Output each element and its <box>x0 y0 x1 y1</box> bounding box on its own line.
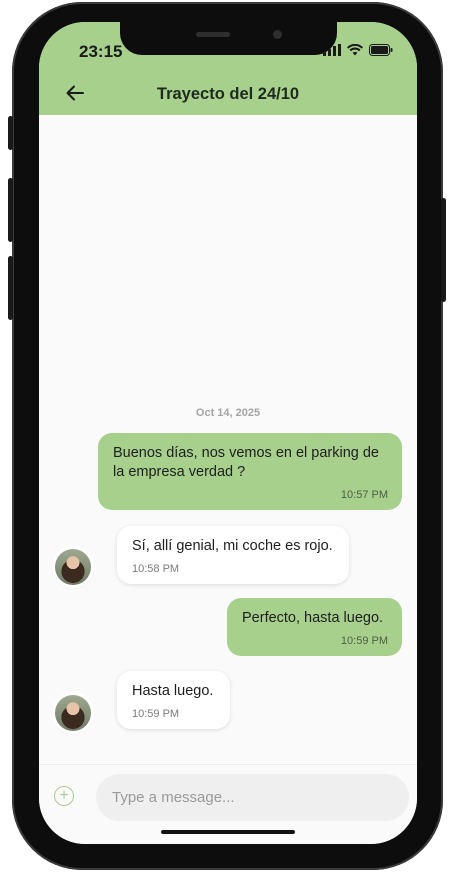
battery-icon <box>369 44 393 56</box>
chat-header: 23:15 Trayecto del 24/10 <box>39 22 417 115</box>
home-indicator[interactable] <box>161 830 295 834</box>
avatar <box>55 549 91 585</box>
mute-switch <box>8 116 13 150</box>
status-time: 23:15 <box>79 42 123 61</box>
add-attachment-button[interactable]: + <box>54 786 74 806</box>
phone-screen: 23:15 Trayecto del 24/10 Oct 14, 2025 Bu… <box>39 22 417 844</box>
message-text: Buenos días, nos vemos en el parking de … <box>113 445 379 480</box>
message-outgoing: Buenos días, nos vemos en el parking de … <box>98 433 402 510</box>
message-input[interactable] <box>96 774 409 821</box>
chat-title: Trayecto del 24/10 <box>156 85 300 103</box>
plus-circle-icon: + <box>59 787 69 804</box>
power-button <box>441 198 446 302</box>
message-text: Sí, allí genial, mi coche es rojo. <box>132 538 333 554</box>
date-separator: Oct 14, 2025 <box>195 407 261 419</box>
message-incoming: Hasta luego. 10:59 PM <box>117 671 230 729</box>
notch <box>120 22 337 55</box>
front-camera <box>273 30 282 39</box>
volume-up-button <box>8 178 13 242</box>
message-outgoing: Perfecto, hasta luego. 10:59 PM <box>227 598 402 656</box>
signal-icon <box>323 44 341 56</box>
message-time: 10:58 PM <box>132 563 180 575</box>
message-time: 10:59 PM <box>340 635 388 647</box>
message-time: 10:59 PM <box>132 708 180 720</box>
volume-down-button <box>8 256 13 320</box>
message-time: 10:57 PM <box>340 489 388 501</box>
message-text: Hasta luego. <box>132 683 214 699</box>
speaker-grille <box>196 32 230 37</box>
avatar <box>55 695 91 731</box>
wifi-icon <box>347 44 363 56</box>
message-incoming: Sí, allí genial, mi coche es rojo. 10:58… <box>117 526 349 584</box>
status-icons <box>323 44 393 56</box>
message-text: Perfecto, hasta luego. <box>242 610 384 626</box>
